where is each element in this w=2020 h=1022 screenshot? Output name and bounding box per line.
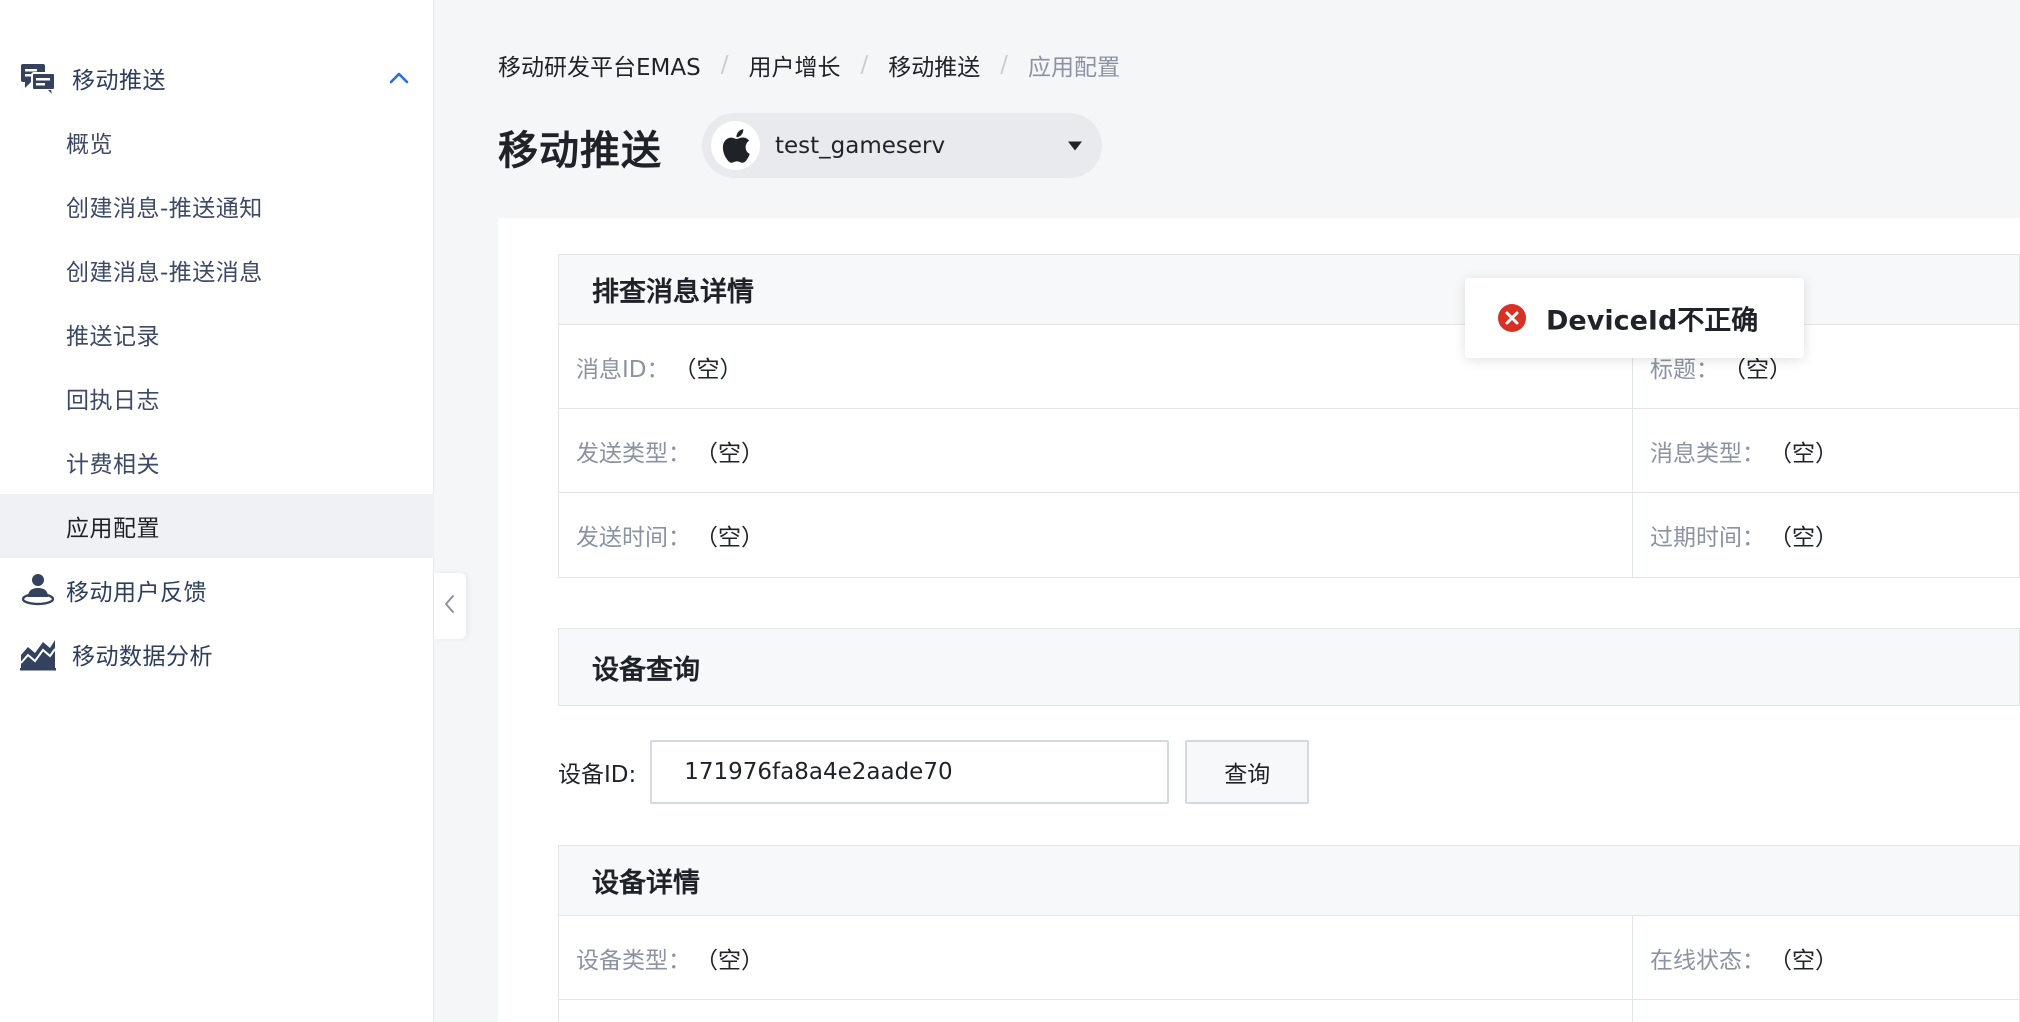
page-title: 移动推送 bbox=[498, 128, 662, 174]
sidebar-item-push-records[interactable]: 推送记录 bbox=[0, 302, 434, 366]
sidebar-group-data-analytics[interactable]: 移动数据分析 bbox=[0, 622, 434, 686]
breadcrumb-item-user-growth[interactable]: 用户增长 bbox=[748, 48, 840, 82]
field-value: （空） bbox=[695, 440, 764, 467]
breadcrumb-item-mobile-push[interactable]: 移动推送 bbox=[888, 48, 980, 82]
field-value: （空） bbox=[673, 356, 743, 383]
app-selector-dropdown[interactable]: test_gameserv bbox=[702, 113, 1102, 178]
sidebar: 移动推送 概览 创建消息-推送通知 创建消息-推送消息 推送记录 回执日志 计费… bbox=[0, 0, 434, 1022]
sidebar-group-label: 移动用户反馈 bbox=[66, 580, 207, 606]
breadcrumb-separator: / bbox=[1000, 52, 1008, 78]
sidebar-item-create-message[interactable]: 创建消息-推送消息 bbox=[0, 238, 434, 302]
sidebar-group-label: 移动数据分析 bbox=[72, 644, 213, 670]
sidebar-item-receipt-log[interactable]: 回执日志 bbox=[0, 366, 434, 430]
section-title: 设备详情 bbox=[559, 846, 2019, 916]
apple-icon bbox=[711, 121, 760, 170]
section-title: 设备查询 bbox=[559, 629, 2019, 705]
field-value: （空） bbox=[1769, 440, 1838, 467]
device-query-section: 设备查询 bbox=[558, 628, 2020, 706]
query-button[interactable]: 查询 bbox=[1185, 740, 1310, 804]
field-value: （空） bbox=[695, 525, 764, 551]
user-feedback-icon bbox=[18, 570, 58, 610]
sidebar-group-label: 移动推送 bbox=[72, 68, 166, 94]
field-value: （空） bbox=[695, 947, 764, 974]
sidebar-collapse-handle[interactable] bbox=[434, 573, 466, 639]
toast-message: DeviceId不正确 bbox=[1546, 305, 1759, 337]
field-label: 发送类型： bbox=[576, 440, 691, 467]
error-circle-icon bbox=[1497, 303, 1527, 333]
sidebar-item-billing[interactable]: 计费相关 bbox=[0, 430, 434, 494]
chat-bubbles-icon bbox=[18, 58, 58, 98]
chevron-up-icon[interactable] bbox=[386, 65, 412, 91]
table-row: 设备类型： （空） 在线状态： （空） bbox=[559, 916, 2019, 1000]
table-row bbox=[559, 1000, 2019, 1022]
sidebar-item-create-notification[interactable]: 创建消息-推送通知 bbox=[0, 174, 434, 238]
app-selector-value: test_gameserv bbox=[775, 132, 946, 159]
field-label: 在线状态： bbox=[1650, 947, 1765, 974]
table-row: 发送时间： （空） 过期时间： （空） bbox=[559, 493, 2019, 577]
device-detail-section: 设备详情 设备类型： （空） 在线状态： （空） bbox=[558, 845, 2020, 1022]
field-value: （空） bbox=[1769, 525, 1838, 551]
error-toast: DeviceId不正确 bbox=[1465, 278, 1804, 358]
breadcrumb-item-app-config: 应用配置 bbox=[1027, 55, 1120, 81]
sidebar-item-app-config[interactable]: 应用配置 bbox=[0, 494, 434, 558]
field-label: 消息ID： bbox=[576, 356, 670, 383]
breadcrumb-item-emas[interactable]: 移动研发平台EMAS bbox=[498, 48, 701, 82]
field-label: 设备类型： bbox=[576, 947, 691, 974]
sidebar-group-user-feedback[interactable]: 移动用户反馈 bbox=[0, 558, 434, 622]
breadcrumb: 移动研发平台EMAS / 用户增长 / 移动推送 / 应用配置 bbox=[498, 48, 1120, 82]
sidebar-item-overview[interactable]: 概览 bbox=[0, 110, 434, 174]
sidebar-group-mobile-push[interactable]: 移动推送 bbox=[0, 46, 434, 110]
field-value: （空） bbox=[1769, 947, 1838, 974]
breadcrumb-separator: / bbox=[860, 52, 869, 78]
field-label: 发送时间： bbox=[576, 525, 691, 551]
table-row: 发送类型： （空） 消息类型： （空） bbox=[559, 409, 2019, 493]
analytics-chart-icon bbox=[18, 634, 58, 674]
field-label: 过期时间： bbox=[1650, 525, 1765, 551]
device-query-form: 设备ID: 查询 bbox=[558, 740, 1310, 804]
field-label: 消息类型： bbox=[1650, 440, 1765, 467]
device-id-label: 设备ID: bbox=[558, 762, 637, 788]
chevron-left-icon bbox=[443, 593, 457, 619]
caret-down-icon bbox=[1068, 141, 1082, 150]
breadcrumb-separator: / bbox=[720, 52, 729, 78]
device-id-input[interactable] bbox=[650, 740, 1170, 804]
